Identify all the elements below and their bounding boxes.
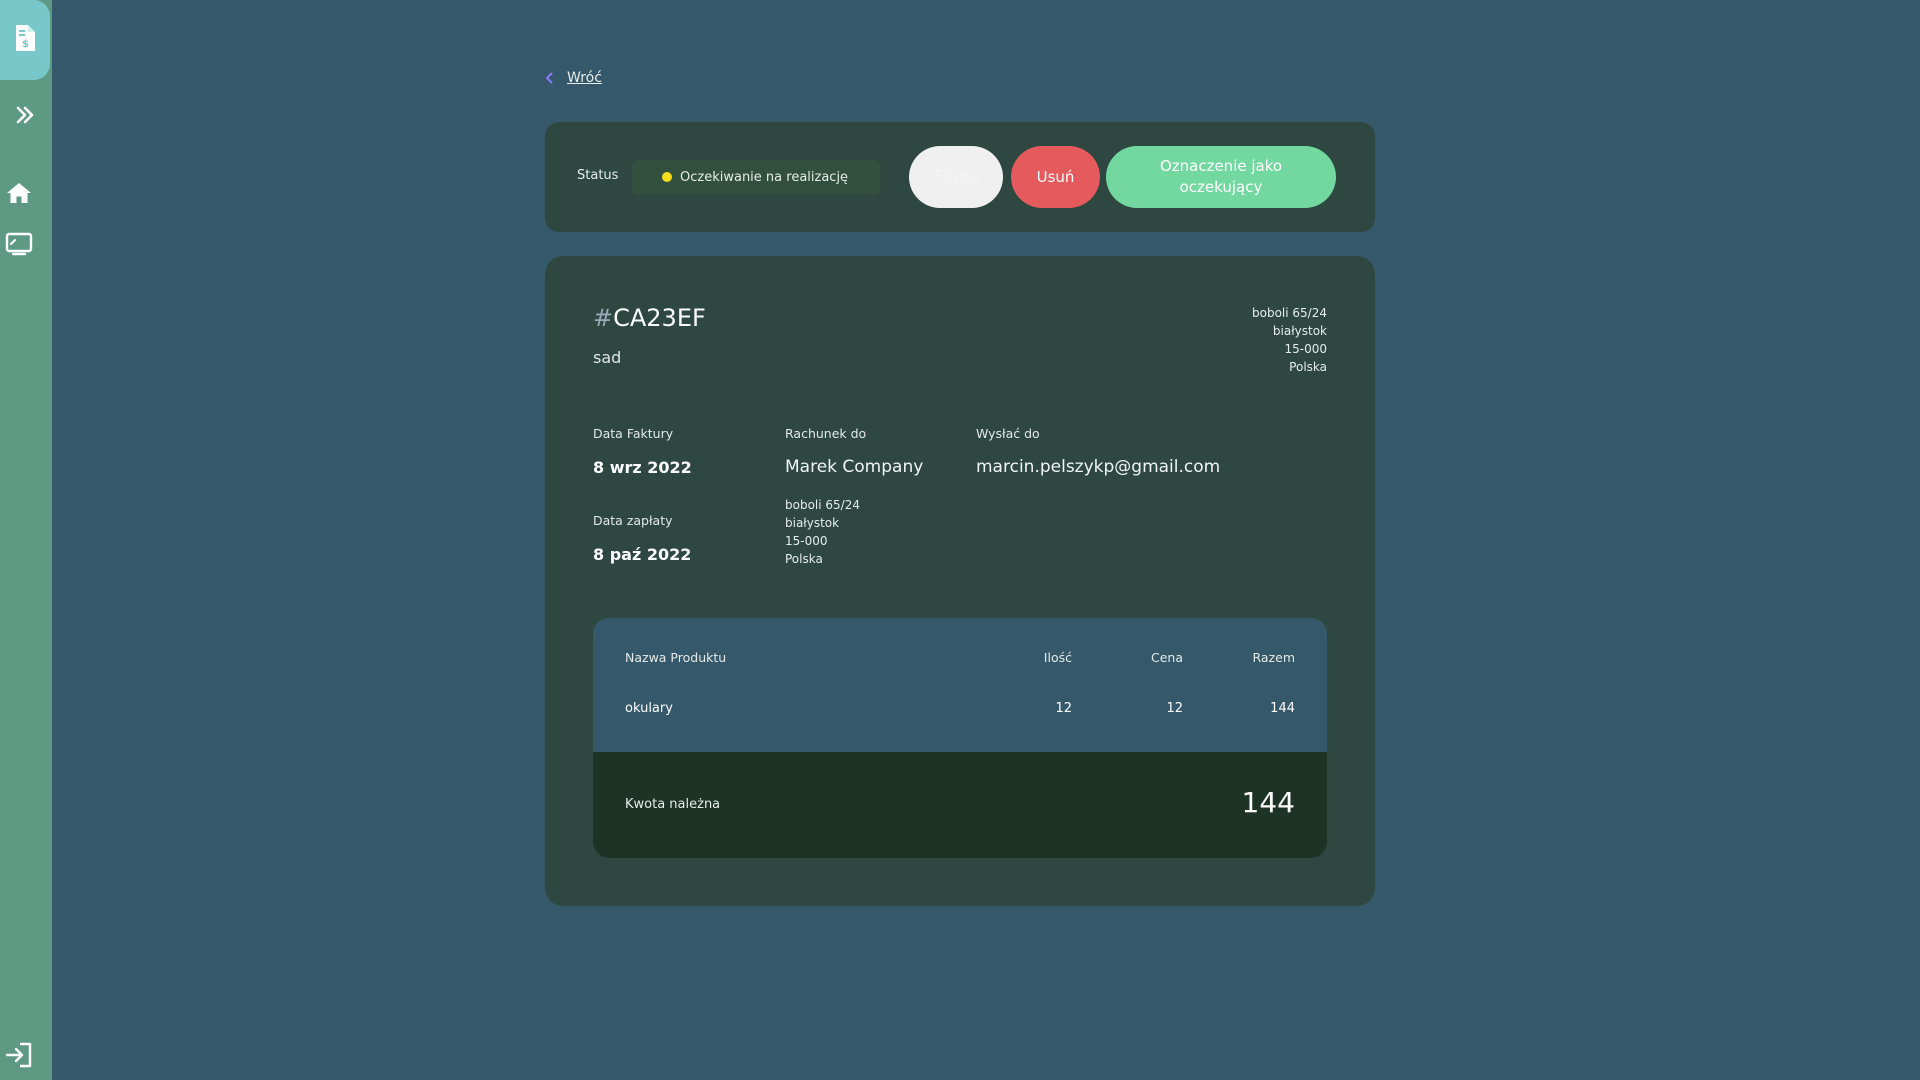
- invoice-date-value: 8 wrz 2022: [593, 458, 692, 477]
- delete-button[interactable]: Usuń: [1011, 146, 1100, 208]
- items-table: Nazwa Produktu Ilość Cena Razem okulary …: [593, 618, 1327, 858]
- invoice-id-value: CA23EF: [613, 304, 706, 332]
- back-link[interactable]: Wróć: [545, 70, 602, 86]
- login-arrow-icon: [5, 1042, 33, 1068]
- home-icon: [6, 182, 32, 204]
- bill-to-postcode: 15-000: [785, 534, 828, 548]
- header-quantity: Ilość: [1043, 650, 1072, 665]
- amount-due-bar: Kwota należna 144: [593, 752, 1327, 858]
- bill-to-street: boboli 65/24: [785, 498, 860, 512]
- invoice-details: #CA23EF sad boboli 65/24 białystok 15-00…: [545, 256, 1375, 906]
- row-product-name: okulary: [625, 701, 673, 716]
- amount-due-value: 144: [1241, 786, 1295, 819]
- payment-date-value: 8 paź 2022: [593, 545, 692, 564]
- send-to-email: marcin.pelszykp@gmail.com: [976, 457, 1221, 477]
- expand-sidebar-button[interactable]: [14, 104, 36, 126]
- bill-to-city: białystok: [785, 516, 840, 530]
- bill-to-country: Polska: [785, 552, 823, 566]
- status-bar: Status Oczekiwanie na realizację Edytuj …: [545, 122, 1375, 232]
- invoice-dollar-icon: $: [14, 24, 36, 56]
- amount-due-label: Kwota należna: [625, 797, 721, 812]
- status-label: Status: [577, 168, 619, 183]
- app-logo[interactable]: $: [0, 0, 50, 80]
- sidebar-item-home[interactable]: [6, 182, 32, 204]
- send-to-label: Wysłać do: [976, 426, 1040, 441]
- sidebar-item-monitor[interactable]: [5, 232, 33, 256]
- sender-street: boboli 65/24: [1252, 306, 1327, 320]
- row-price: 12: [1166, 701, 1183, 716]
- status-dot-icon: [662, 172, 672, 182]
- double-chevron-right-icon: [14, 104, 36, 126]
- svg-text:$: $: [22, 39, 29, 50]
- invoice-id: #CA23EF: [593, 304, 706, 332]
- header-product-name: Nazwa Produktu: [625, 650, 727, 665]
- sender-address: boboli 65/24 białystok 15-000 Polska: [1252, 304, 1327, 376]
- row-quantity: 12: [1055, 701, 1072, 716]
- logout-button[interactable]: [5, 1042, 33, 1068]
- status-badge: Oczekiwanie na realizację: [632, 160, 880, 194]
- sidebar: $: [0, 0, 52, 1080]
- bill-to-address: boboli 65/24 białystok 15-000 Polska: [785, 496, 860, 568]
- payment-date-label: Data zapłaty: [593, 513, 673, 528]
- sender-postcode: 15-000: [1284, 342, 1327, 356]
- header-total: Razem: [1252, 650, 1296, 665]
- row-total: 144: [1270, 701, 1295, 716]
- invoice-date-label: Data Faktury: [593, 426, 674, 441]
- chevron-left-icon: [545, 72, 553, 84]
- invoice-id-hash: #: [593, 304, 614, 332]
- header-price: Cena: [1150, 650, 1183, 665]
- edit-button[interactable]: Edytuj: [909, 146, 1003, 208]
- monitor-icon: [5, 232, 33, 256]
- mark-pending-button[interactable]: Oznaczenie jako oczekujący: [1106, 146, 1336, 208]
- status-text: Oczekiwanie na realizację: [680, 169, 849, 185]
- back-link-label: Wróć: [567, 70, 602, 86]
- sender-country: Polska: [1289, 360, 1327, 374]
- bill-to-label: Rachunek do: [785, 426, 867, 441]
- invoice-description: sad: [593, 348, 622, 367]
- bill-to-name: Marek Company: [785, 457, 924, 477]
- sender-city: białystok: [1272, 324, 1327, 338]
